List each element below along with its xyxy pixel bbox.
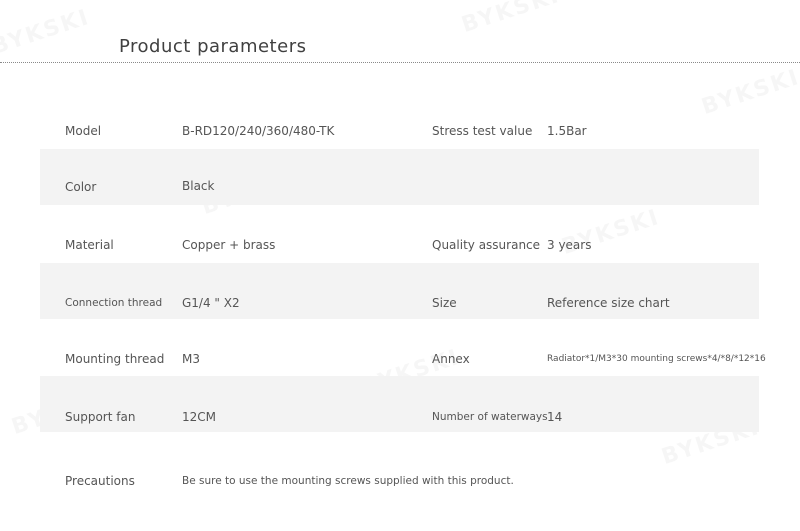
param-label: Size bbox=[432, 296, 457, 310]
param-value: Be sure to use the mounting screws suppl… bbox=[182, 475, 514, 487]
param-value: 14 bbox=[547, 410, 563, 424]
parameter-row-color: Color Black bbox=[40, 149, 759, 205]
product-parameters-page: BYKSKI BYKSKI BYKSKI BYKSKI BYKSKI BYKSK… bbox=[0, 0, 800, 531]
parameter-row-connection-thread: Connection thread G1/4 " X2 Size Referen… bbox=[40, 263, 759, 319]
param-value: 12CM bbox=[182, 410, 217, 424]
parameter-row-precautions: Precautions Be sure to use the mounting … bbox=[40, 453, 759, 509]
title-divider bbox=[0, 62, 800, 63]
watermark: BYKSKI bbox=[459, 0, 563, 38]
param-value: Black bbox=[182, 179, 215, 193]
param-label: Support fan bbox=[65, 410, 136, 424]
param-value: Reference size chart bbox=[547, 296, 670, 310]
param-label: Precautions bbox=[65, 474, 135, 488]
param-label: Number of waterways bbox=[432, 411, 548, 423]
param-label: Connection thread bbox=[65, 297, 163, 309]
page-title: Product parameters bbox=[119, 36, 307, 57]
param-label: Color bbox=[65, 180, 97, 194]
watermark: BYKSKI bbox=[0, 5, 93, 60]
param-value: G1/4 " X2 bbox=[182, 296, 240, 310]
parameter-row-support-fan: Support fan 12CM Number of waterways 14 bbox=[40, 376, 759, 432]
